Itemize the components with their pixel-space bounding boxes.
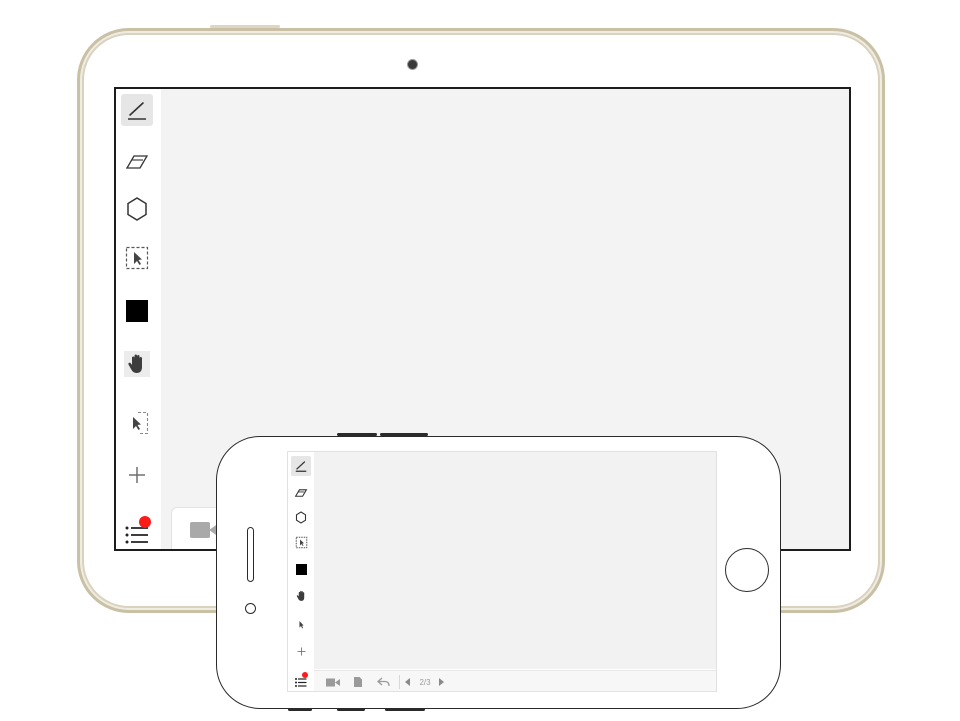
select-area-tool-button[interactable] xyxy=(121,242,153,274)
phone-home-button[interactable] xyxy=(725,548,769,592)
select-area-tool-button[interactable] xyxy=(291,532,311,552)
color-swatch xyxy=(295,563,307,575)
pointer-tool-button[interactable] xyxy=(291,614,311,634)
phone-speaker xyxy=(247,527,254,582)
hand-tool-bg xyxy=(124,351,150,377)
plus-icon xyxy=(297,647,305,655)
notification-dot xyxy=(302,672,308,678)
phone-camera xyxy=(245,603,256,614)
pointer-icon xyxy=(133,411,149,435)
color-picker-button[interactable] xyxy=(121,295,153,327)
eraser-tool-button[interactable] xyxy=(121,145,153,177)
shape-tool-button[interactable] xyxy=(121,193,153,225)
pan-tool-button[interactable] xyxy=(121,348,153,380)
phone-bottom-bar: 2/3 xyxy=(314,670,716,691)
add-button[interactable] xyxy=(121,459,153,491)
previous-page-button[interactable] xyxy=(402,674,414,690)
hexagon-icon xyxy=(295,510,307,524)
bottom-bar-divider xyxy=(399,675,400,689)
notification-dot xyxy=(139,516,151,528)
phone-drawing-canvas[interactable] xyxy=(314,452,716,669)
tablet-toolbar xyxy=(116,89,160,549)
next-page-button[interactable] xyxy=(435,674,447,690)
hand-icon xyxy=(128,354,142,373)
chevron-left-icon xyxy=(405,678,410,686)
add-button[interactable] xyxy=(291,641,311,661)
video-camera-button[interactable] xyxy=(324,674,342,690)
tablet-power-button xyxy=(210,25,280,28)
pen-tool-button[interactable] xyxy=(291,456,311,476)
select-area-icon xyxy=(125,246,149,270)
eraser-icon xyxy=(125,155,149,169)
shape-tool-button[interactable] xyxy=(291,507,311,527)
menu-list-button[interactable] xyxy=(291,671,311,691)
chevron-right-icon xyxy=(439,678,444,686)
color-swatch xyxy=(126,300,148,322)
hexagon-icon xyxy=(127,197,147,221)
document-button[interactable] xyxy=(350,674,366,690)
hand-icon xyxy=(296,590,304,601)
undo-button[interactable] xyxy=(374,674,392,690)
pen-icon xyxy=(295,461,307,472)
page-indicator: 2/3 xyxy=(414,674,436,690)
phone-screen: 2/3 xyxy=(287,451,717,692)
undo-icon xyxy=(376,677,390,687)
eraser-icon xyxy=(294,488,308,497)
video-camera-icon[interactable] xyxy=(190,522,210,538)
pan-tool-button[interactable] xyxy=(291,586,311,606)
pen-tool-button[interactable] xyxy=(121,94,153,126)
color-picker-button[interactable] xyxy=(291,559,311,579)
tablet-camera xyxy=(408,60,417,69)
page-indicator-text: 2/3 xyxy=(419,677,431,687)
document-icon xyxy=(354,677,362,687)
pen-icon xyxy=(128,102,146,120)
select-area-icon xyxy=(295,536,307,548)
eraser-tool-button[interactable] xyxy=(291,482,311,502)
video-camera-icon xyxy=(326,678,340,686)
pointer-icon xyxy=(299,620,304,628)
plus-icon xyxy=(129,467,145,483)
pointer-tool-button[interactable] xyxy=(121,407,153,439)
